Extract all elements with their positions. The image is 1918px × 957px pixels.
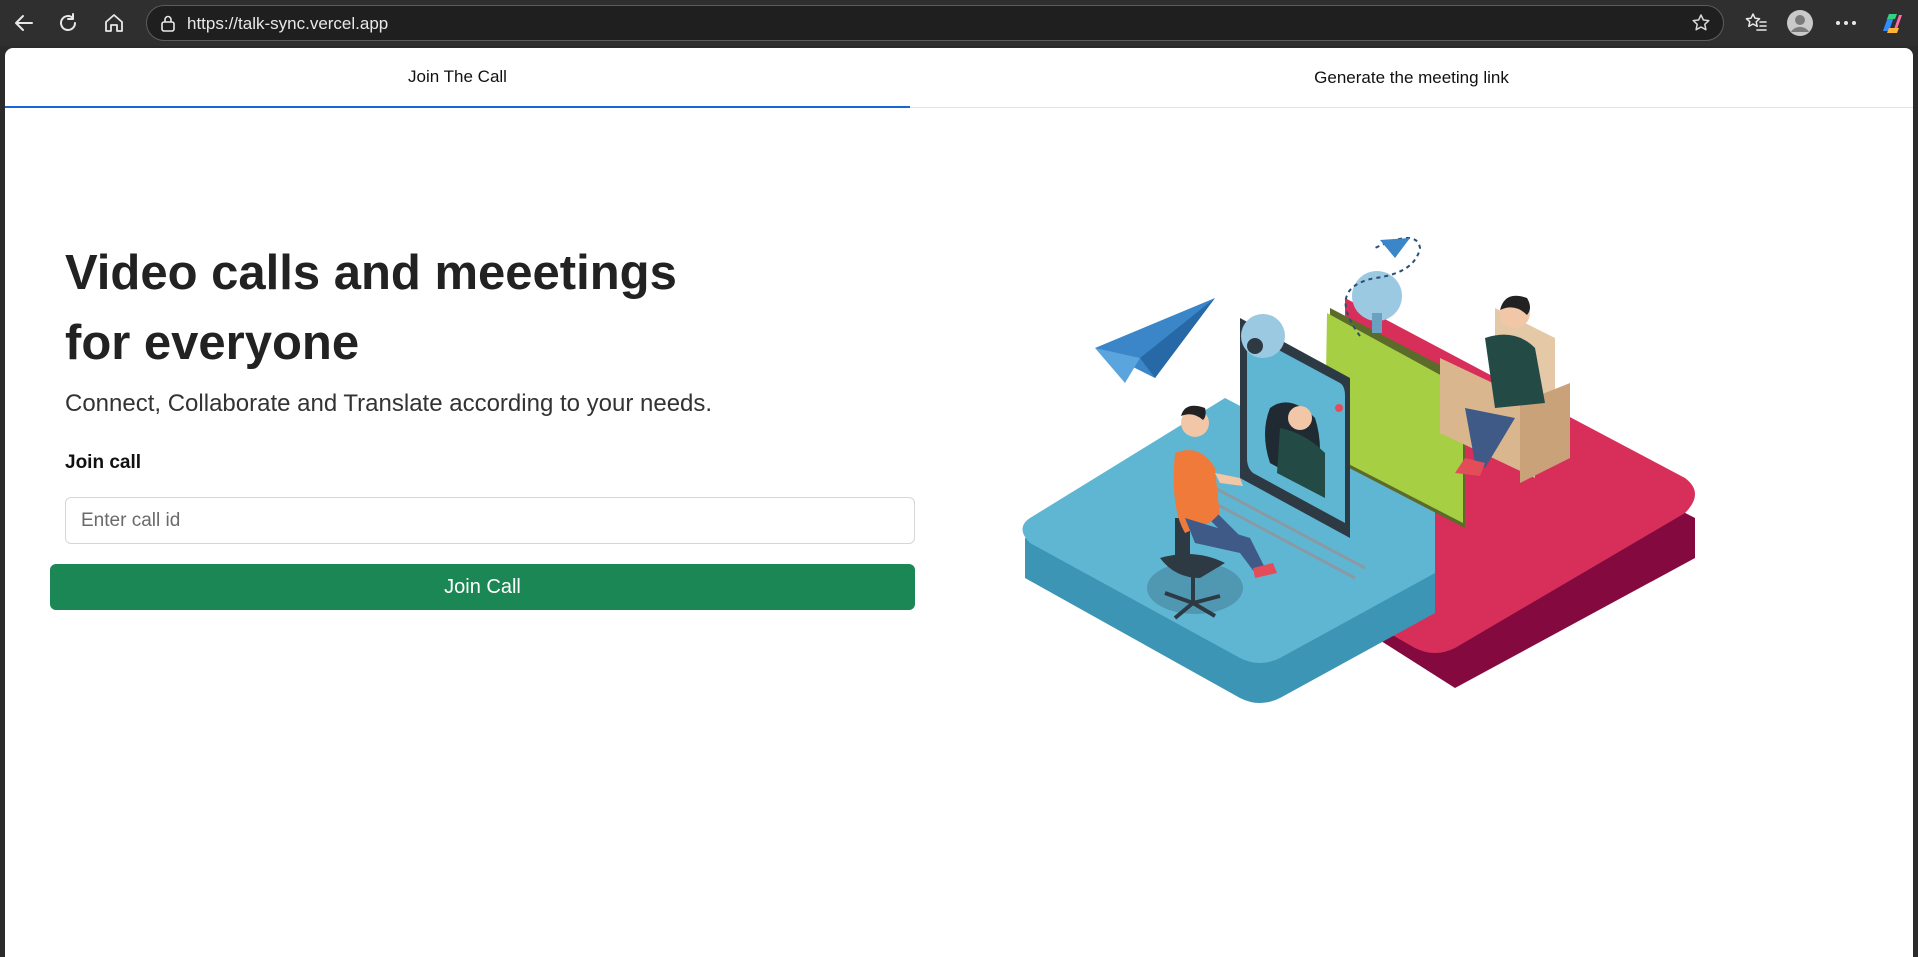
address-bar[interactable]: https://talk-sync.vercel.app [146, 5, 1724, 41]
copilot-icon[interactable] [1875, 7, 1907, 39]
join-call-button[interactable]: Join Call [50, 564, 915, 610]
reload-icon[interactable] [52, 7, 84, 39]
page-subtitle: Connect, Collaborate and Translate accor… [65, 390, 713, 417]
star-icon[interactable] [1691, 13, 1711, 38]
tab-join-the-call[interactable]: Join The Call [5, 48, 910, 108]
page-title-line-1: Video calls and meeetings [65, 246, 677, 300]
paper-plane-icon [1095, 298, 1215, 383]
page-title: Video calls and meeetings for everyone [65, 238, 765, 378]
home-icon[interactable] [98, 7, 130, 39]
url-text[interactable]: https://talk-sync.vercel.app [187, 14, 388, 34]
favorites-icon[interactable] [1740, 7, 1772, 39]
profile-icon[interactable] [1784, 7, 1816, 39]
tab-generate-meeting-link[interactable]: Generate the meeting link [910, 48, 1913, 108]
back-icon[interactable] [8, 7, 40, 39]
video-call-illustration [1022, 237, 1695, 703]
tab-label: Generate the meeting link [1314, 68, 1509, 87]
call-id-input[interactable] [65, 497, 915, 544]
page-viewport: Join The Call Generate the meeting link … [5, 48, 1913, 957]
join-call-label: Join call [65, 452, 142, 473]
lock-icon[interactable] [159, 14, 177, 37]
tab-label: Join The Call [408, 67, 507, 86]
more-icon[interactable] [1830, 7, 1862, 39]
small-paper-plane-icon [1380, 238, 1410, 258]
browser-toolbar: https://talk-sync.vercel.app [0, 0, 1918, 46]
page-title-line-2: for everyone [65, 316, 360, 370]
tab-bar: Join The Call Generate the meeting link [5, 48, 1913, 108]
